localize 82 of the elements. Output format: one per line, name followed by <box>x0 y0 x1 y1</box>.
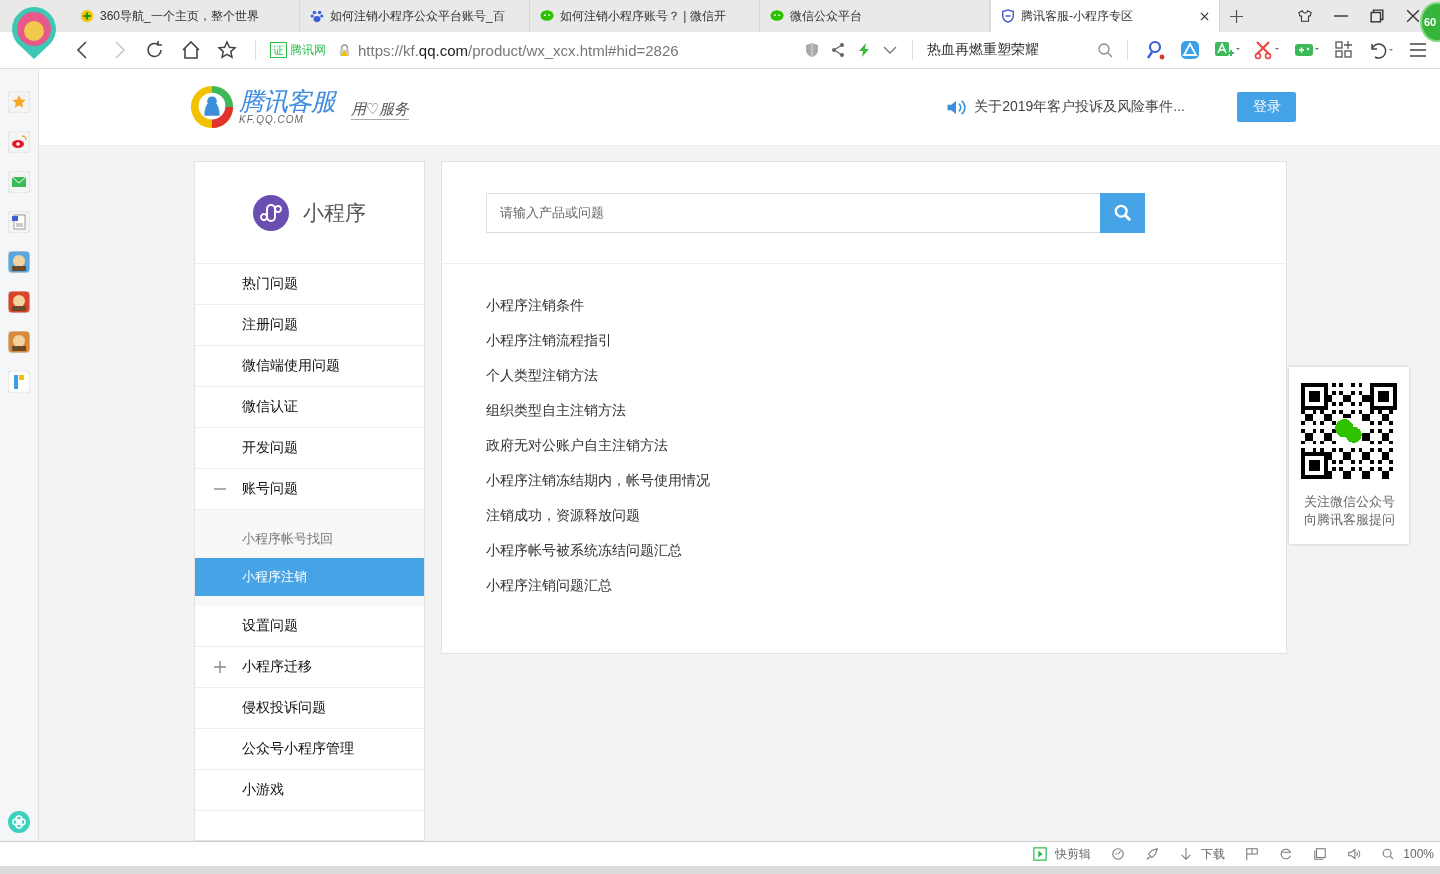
star-icon[interactable] <box>217 40 237 60</box>
rocket-icon[interactable] <box>1145 847 1160 861</box>
slogan-text: 用♡服务 <box>351 94 410 120</box>
triangle-app-icon[interactable] <box>1180 40 1200 60</box>
lightning-icon[interactable] <box>856 42 872 58</box>
game-icon[interactable] <box>8 251 30 273</box>
article-link[interactable]: 小程序帐号被系统冻结问题汇总 <box>486 541 682 560</box>
home-icon[interactable] <box>181 40 201 60</box>
logo-icon <box>189 84 235 130</box>
article-link[interactable]: 个人类型注销方法 <box>486 366 598 385</box>
category-item[interactable]: 小程序迁移 <box>195 647 424 688</box>
qr-caption: 向腾讯客服提问 <box>1303 512 1395 529</box>
category-item[interactable]: 注册问题 <box>195 305 424 346</box>
category-item[interactable]: 小游戏 <box>195 770 424 811</box>
article-link[interactable]: 小程序注销条件 <box>486 296 584 315</box>
status-label[interactable]: 快剪辑 <box>1055 845 1092 863</box>
shield-icon[interactable] <box>804 42 820 58</box>
browser-e-icon[interactable] <box>1279 847 1294 861</box>
article-link[interactable]: 注销成功，资源释放问题 <box>486 506 640 525</box>
status-label[interactable]: 100% <box>1403 847 1434 861</box>
category-title: 小程序 <box>303 199 366 226</box>
url-text[interactable]: https://kf.qq.com/product/wx_xcx.html#hid=2826 <box>358 41 679 59</box>
site-name: 腾讯网 <box>290 41 326 59</box>
link-icon <box>253 194 289 231</box>
zoom-icon[interactable] <box>1381 847 1396 861</box>
subcategory-item[interactable]: 小程序帐号找回 <box>195 520 424 558</box>
category-item[interactable]: 设置问题 <box>195 606 424 647</box>
speaker-icon <box>946 98 967 116</box>
search-suggestion[interactable]: 热血再燃重塑荣耀 <box>927 41 1087 59</box>
new-tab-icon[interactable] <box>1230 9 1243 23</box>
plus-icon[interactable] <box>214 661 226 673</box>
article-link[interactable]: 政府无对公账户自主注销方法 <box>486 436 668 455</box>
notice-link[interactable]: 关于2019年客户投诉及风险事件... <box>974 98 1185 116</box>
play-icon[interactable] <box>1033 847 1048 861</box>
category-item[interactable]: 公众号小程序管理 <box>195 729 424 770</box>
speedometer-icon[interactable] <box>1111 847 1126 861</box>
mail-icon[interactable] <box>8 171 30 193</box>
shirt-icon[interactable] <box>1298 9 1312 23</box>
app-icon[interactable] <box>8 371 30 393</box>
chat-bubble-icon <box>540 9 554 23</box>
lock-icon <box>338 43 351 57</box>
download-icon[interactable] <box>1179 847 1194 861</box>
key-search-icon[interactable] <box>1146 40 1166 60</box>
category-item[interactable]: 微信端使用问题 <box>195 346 424 387</box>
search-icon[interactable] <box>1097 42 1113 58</box>
document-icon[interactable] <box>8 211 30 233</box>
scissors-icon[interactable] <box>1254 40 1280 60</box>
category-item[interactable]: 微信认证 <box>195 387 424 428</box>
menu-icon[interactable] <box>1408 40 1428 60</box>
category-item[interactable]: 热门问题 <box>195 264 424 305</box>
browser-tab[interactable]: 腾讯客服-小程序专区 <box>990 0 1220 32</box>
category-item[interactable]: 开发问题 <box>195 428 424 469</box>
chat-bubble-icon <box>770 9 784 23</box>
article-link[interactable]: 小程序注销流程指引 <box>486 331 612 350</box>
shield-icon <box>1001 9 1015 23</box>
weibo-icon[interactable] <box>8 131 30 153</box>
article-link[interactable]: 小程序注销问题汇总 <box>486 576 612 595</box>
window-icon[interactable] <box>1313 847 1328 861</box>
close-icon[interactable] <box>1406 9 1420 23</box>
speaker-icon[interactable] <box>1347 847 1362 861</box>
certified-badge: 证 <box>270 42 287 58</box>
reload-icon[interactable] <box>145 40 165 60</box>
logo-title: 腾讯客服 <box>239 89 335 114</box>
game-icon[interactable] <box>8 331 30 353</box>
share-icon[interactable] <box>830 42 846 58</box>
flag-icon[interactable] <box>1245 847 1260 861</box>
restore-icon[interactable] <box>1370 9 1384 23</box>
apps-grid-icon[interactable] <box>1334 40 1354 60</box>
paw-icon <box>310 9 324 23</box>
plus-circle-icon <box>80 9 94 23</box>
undo-icon[interactable] <box>1368 40 1394 60</box>
search-field[interactable]: 请输入产品或问题 <box>486 192 1100 233</box>
status-label[interactable]: 下载 <box>1201 845 1226 863</box>
search-button[interactable] <box>1100 192 1145 233</box>
close-icon[interactable] <box>1200 11 1209 21</box>
qr-caption: 关注微信公众号 <box>1303 494 1395 511</box>
article-link[interactable]: 小程序注销冻结期内，帐号使用情况 <box>486 471 710 490</box>
search-icon <box>1113 203 1132 222</box>
article-link[interactable]: 组织类型自主注销方法 <box>486 401 626 420</box>
game-icon[interactable] <box>8 291 30 313</box>
logo-subtitle: KF.QQ.COM <box>239 115 305 125</box>
category-item[interactable]: 侵权投诉问题 <box>195 688 424 729</box>
